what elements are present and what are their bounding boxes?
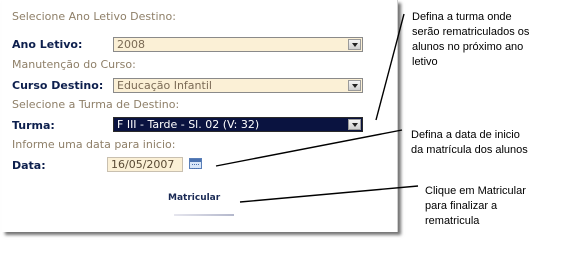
callout-data: Defina a data de inicio da matrícula dos…	[411, 128, 528, 158]
callout-data-line: Defina a data de inicio	[411, 129, 520, 141]
callout-arrow-turma	[375, 13, 405, 121]
callout-arrow-data	[215, 129, 403, 167]
callout-matricular-line: Clique em Matricular	[425, 185, 526, 197]
callout-turma-line: Defina a turma onde	[412, 11, 512, 23]
callout-turma-line: letivo	[412, 56, 438, 68]
callout-data-line: da matrícula dos alunos	[411, 144, 528, 156]
callout-turma: Defina a turma onde serão rematriculados…	[412, 10, 529, 70]
callout-turma-line: serão rematriculados os	[412, 26, 530, 38]
callout-arrow-matricular	[239, 185, 419, 203]
callout-matricular-line: rematricula	[425, 215, 480, 227]
callout-matricular: Clique em Matricular para finalizar a re…	[425, 184, 526, 229]
callout-matricular-line: para finalizar a	[425, 200, 498, 212]
callout-turma-line: alunos no próximo ano	[412, 41, 524, 53]
